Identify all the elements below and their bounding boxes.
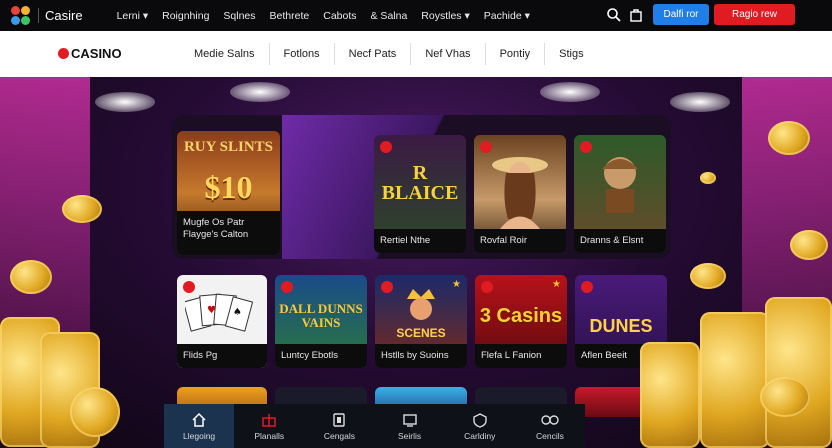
game-caption: Hstlls by Suoins xyxy=(375,344,467,368)
nav-item-7[interactable]: Roystles ▾ xyxy=(421,10,469,22)
featured-title: RUY SLINTS xyxy=(183,138,274,155)
playing-cards-icon: ♥ ♠ xyxy=(185,293,254,332)
nav-item-5[interactable]: Cabots xyxy=(323,10,356,22)
nav-item-1[interactable]: Lerni ▾ xyxy=(117,10,149,22)
category-item-3[interactable]: Necf Pats xyxy=(335,43,412,65)
nav-item-8[interactable]: Pachide ▾ xyxy=(484,10,530,22)
search-icon[interactable] xyxy=(606,7,622,23)
coin-stack xyxy=(700,312,770,448)
bottom-nav-item-6[interactable]: Cencils xyxy=(515,404,585,448)
brand-name[interactable]: Casire xyxy=(38,8,83,23)
gold-coin xyxy=(700,172,716,184)
bottom-nav-label: Cengals xyxy=(323,430,356,441)
game-caption: Dranns & Elsnt xyxy=(574,229,666,253)
nav-item-3[interactable]: Sqlnes xyxy=(223,10,255,22)
gold-coin xyxy=(760,377,810,417)
bottom-nav-item-1[interactable]: Llegoing xyxy=(164,404,235,448)
shield-icon xyxy=(473,412,487,428)
category-item-6[interactable]: Stigs xyxy=(545,43,597,65)
gold-coin xyxy=(690,263,726,289)
nav-item-4[interactable]: Bethrete xyxy=(270,10,310,22)
spotlight xyxy=(540,82,600,102)
bottom-nav-label: Seirlis xyxy=(398,430,422,441)
game-art-title: R BLAICE xyxy=(381,162,459,204)
featured-amount: $10 xyxy=(204,168,253,205)
bottom-nav-item-4[interactable]: Seirlis xyxy=(375,404,445,448)
game-tile[interactable]: Rovfal Roir xyxy=(474,135,566,253)
dealer-portrait-icon xyxy=(492,157,548,229)
featured-caption: Mugfe Os Patr Flayge's Calton xyxy=(177,211,280,255)
svg-text:♠: ♠ xyxy=(233,307,242,318)
bottom-nav-item-2[interactable]: Planalls xyxy=(234,404,304,448)
featured-game-tile[interactable]: RUY SLINTS $10 Mugfe Os Patr Flayge's Ca… xyxy=(177,131,280,255)
game-art-title: DUNES xyxy=(589,315,653,336)
nav-item-2[interactable]: Roignhing xyxy=(162,10,209,22)
top-navigation-bar: Casire Lerni ▾ Roignhing Sqlnes Bethrete… xyxy=(0,0,832,31)
bottom-navigation: Llegoing Planalls Cengals Seirlis Carldi… xyxy=(164,404,585,448)
bottom-nav-label: Planalls xyxy=(254,430,285,441)
bottom-nav-item-3[interactable]: Cengals xyxy=(304,404,374,448)
warrior-character-icon xyxy=(602,157,638,213)
bottom-nav-label: Llegoing xyxy=(183,430,216,441)
casino-logo[interactable]: CASINO xyxy=(58,46,122,61)
link-icon xyxy=(541,414,559,425)
category-item-1[interactable]: Medie Salns xyxy=(176,43,270,65)
app-logo-icon[interactable] xyxy=(11,5,31,26)
main-nav: Lerni ▾ Roignhing Sqlnes Bethrete Cabots… xyxy=(117,10,544,22)
category-item-5[interactable]: Pontiy xyxy=(486,43,546,65)
coin-stack xyxy=(765,297,832,448)
coin-stack xyxy=(640,342,700,448)
gold-coin xyxy=(70,387,120,437)
game-tile[interactable]: ★ 3 Casins Flefa L Fanion xyxy=(475,275,567,368)
gold-coin xyxy=(10,260,52,294)
spotlight xyxy=(230,82,290,102)
bag-icon[interactable] xyxy=(628,7,644,23)
gift-icon xyxy=(262,413,276,427)
gold-coin xyxy=(790,230,828,260)
hot-badge-icon xyxy=(380,141,392,153)
home-icon xyxy=(192,412,206,427)
logo-dot-icon xyxy=(58,48,69,59)
spotlight xyxy=(95,92,155,112)
hot-badge-icon xyxy=(581,281,593,293)
game-tile[interactable]: ♥ ♠ Flids Pg xyxy=(177,275,267,368)
game-caption: Luntcy Ebotls xyxy=(275,344,367,368)
category-nav: Medie Salns Fotlons Necf Pats Nef Vhas P… xyxy=(176,31,598,77)
game-art-title: SCENES xyxy=(396,326,446,340)
casino-logo-text: CASINO xyxy=(71,46,122,61)
game-caption: Rertiel Nthe xyxy=(374,229,466,253)
game-art-title: 3 Casins xyxy=(479,305,563,327)
category-item-4[interactable]: Nef Vhas xyxy=(411,43,486,65)
game-tile[interactable]: DALL DUNNS VAINS Luntcy Ebotls xyxy=(275,275,367,368)
screen-icon xyxy=(402,413,417,427)
category-bar: CASINO Medie Salns Fotlons Necf Pats Nef… xyxy=(0,31,832,77)
cards-icon xyxy=(333,412,346,427)
casino-stage: RUY SLINTS $10 Mugfe Os Patr Flayge's Ca… xyxy=(0,77,832,448)
hot-badge-icon xyxy=(381,281,393,293)
game-caption: Flefa L Fanion xyxy=(475,344,567,368)
game-caption: Flids Pg xyxy=(177,344,267,368)
bottom-nav-label: Carldiny xyxy=(464,430,496,441)
favorite-star-icon[interactable]: ★ xyxy=(452,279,461,290)
gold-coin xyxy=(62,195,102,223)
bottom-nav-label: Cencils xyxy=(536,430,564,441)
gold-coin xyxy=(768,121,810,155)
svg-text:♥: ♥ xyxy=(207,305,216,316)
game-art-title: DALL DUNNS VAINS xyxy=(279,301,363,330)
login-button[interactable]: Dalfi ror xyxy=(653,4,709,25)
game-tile[interactable]: Dranns & Elsnt xyxy=(574,135,666,253)
king-character-icon xyxy=(407,289,435,320)
game-tile[interactable]: ★ SCENES Hstlls by Suoins xyxy=(375,275,467,368)
game-tile[interactable]: R BLAICE Rertiel Nthe xyxy=(374,135,466,253)
bottom-nav-item-5[interactable]: Carldiny xyxy=(445,404,515,448)
spotlight xyxy=(670,92,730,112)
featured-carousel: RUY SLINTS $10 Mugfe Os Patr Flayge's Ca… xyxy=(172,115,671,259)
category-item-2[interactable]: Fotlons xyxy=(270,43,335,65)
register-button[interactable]: Ragio rew xyxy=(714,4,795,25)
game-caption: Rovfal Roir xyxy=(474,229,566,253)
nav-item-6[interactable]: & Salna xyxy=(371,10,408,22)
